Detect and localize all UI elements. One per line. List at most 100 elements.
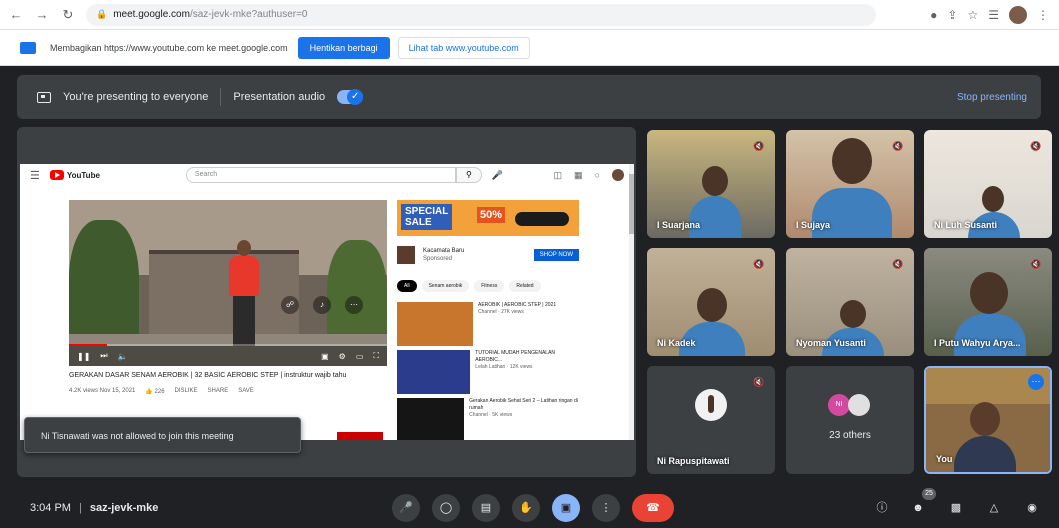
shared-youtube-tab: ☰ YouTube Search ⚲ 🎤 ◫ ▦ ○ ☍ ♪ ⋯ ❚❚ ⏭ 🔈 … <box>20 164 634 440</box>
self-name: You <box>936 454 953 464</box>
chat-icon[interactable]: ▩ <box>948 500 964 516</box>
recommended-video[interactable]: TUTORIAL MUDAH PENGENALAN AEROBIC... Lela… <box>397 350 579 396</box>
youtube-scrollbar[interactable] <box>629 164 634 440</box>
participant-tile-avatar[interactable]: 🔇 Ni Rapuspitawati <box>647 366 775 474</box>
captions-icon[interactable]: ▤ <box>472 494 500 522</box>
tab-share-icon <box>20 41 36 54</box>
video-volume-icon[interactable]: ♪ <box>313 296 331 314</box>
camera-toggle-icon[interactable]: ◯ <box>432 494 460 522</box>
extensions-icon[interactable]: ☰ <box>988 8 999 22</box>
volume-icon[interactable]: 🔈 <box>118 352 128 361</box>
present-now-icon[interactable]: ▣ <box>552 494 580 522</box>
dislike-button[interactable]: DISLIKE <box>175 388 198 395</box>
ad-sunglasses-image <box>515 212 569 226</box>
share-button[interactable]: SHARE <box>208 388 229 395</box>
instructor-head <box>237 240 251 256</box>
others-photo-avatar <box>848 394 870 416</box>
participant-tile[interactable]: 🔇 I Sujaya <box>786 130 914 238</box>
back-icon[interactable]: ← <box>6 5 26 25</box>
mic-muted-icon: 🔇 <box>892 141 904 151</box>
shop-now-button[interactable]: SHOP NOW <box>533 249 579 261</box>
menu-kebab-icon[interactable]: ⋮ <box>1037 8 1049 22</box>
youtube-search-input[interactable]: Search <box>185 167 456 183</box>
meeting-details-icon[interactable]: ⓘ <box>874 500 890 516</box>
address-bar[interactable]: 🔒 meet.google.com/saz-jevk-mke?authuser=… <box>86 3 876 26</box>
youtube-account-avatar[interactable] <box>612 169 624 181</box>
ad-sale-line2: SALE <box>405 217 432 228</box>
video-player[interactable]: ☍ ♪ ⋯ ❚❚ ⏭ 🔈 ▣ ⚙ ▭ ⛶ <box>69 200 387 366</box>
recommended-title: Gerakan Aerobik Sehat Seri 2 – Latihan r… <box>469 398 578 411</box>
notifications-bell-icon[interactable]: ○ <box>595 170 600 180</box>
tile-more-options-icon[interactable]: ⋯ <box>1028 374 1044 390</box>
recommended-video[interactable]: Gerakan Aerobik Sehat Seri 2 – Latihan r… <box>397 398 579 440</box>
activities-icon[interactable]: △ <box>986 500 1002 516</box>
recommended-meta: Channel · 5K views <box>469 412 513 418</box>
next-video-icon[interactable]: ⏭ <box>100 351 107 361</box>
participant-head <box>702 166 728 196</box>
forward-icon[interactable]: → <box>32 5 52 25</box>
save-button[interactable]: SAVE <box>238 388 254 395</box>
end-call-icon[interactable]: ☎ <box>632 494 674 522</box>
participant-name: Ni Rapuspitawati <box>657 456 730 466</box>
recommended-video[interactable]: AEROBIK | AEROBIC STEP | 2021 Channel · 2… <box>397 302 579 348</box>
chip-senam[interactable]: Senam aerobik <box>421 280 470 292</box>
camera-indicator-icon[interactable]: ● <box>930 8 937 22</box>
microphone-icon[interactable]: 🎤 <box>492 170 503 181</box>
share-icon[interactable]: ⇪ <box>947 8 957 22</box>
fullscreen-icon[interactable]: ⛶ <box>373 351 379 361</box>
scrollbar-thumb[interactable] <box>629 174 634 234</box>
stop-sharing-button[interactable]: Hentikan berbagi <box>297 36 390 59</box>
apps-grid-icon[interactable]: ▦ <box>574 170 583 181</box>
host-controls-icon[interactable]: ◉ <box>1024 500 1040 516</box>
stop-presenting-button[interactable]: Stop presenting <box>957 92 1027 103</box>
chip-fitness[interactable]: Fitness <box>474 280 505 292</box>
more-options-icon[interactable]: ⋮ <box>592 494 620 522</box>
view-tab-button[interactable]: Lihat tab www.youtube.com <box>397 36 530 59</box>
participant-name: Nyoman Yusanti <box>796 338 866 348</box>
call-controls-bar: 3:04 PM | saz-jevk-mke 🎤 ◯ ▤ ✋ ▣ ⋮ ☎ ⓘ ☻… <box>0 488 1059 528</box>
self-tile[interactable]: ⋯ You <box>924 366 1052 474</box>
miniplayer-icon[interactable]: ▣ <box>321 352 329 361</box>
others-tile[interactable]: NI 23 others <box>786 366 914 474</box>
participant-shirt <box>954 314 1026 356</box>
raise-hand-icon[interactable]: ✋ <box>512 494 540 522</box>
recommended-thumbnail <box>397 398 465 440</box>
mic-muted-icon: 🔇 <box>753 259 765 269</box>
profile-avatar[interactable] <box>1009 5 1027 24</box>
youtube-logo-text: YouTube <box>66 170 100 180</box>
reload-icon[interactable]: ↻ <box>58 5 78 25</box>
participant-tile[interactable]: 🔇 Ni Kadek <box>647 248 775 356</box>
participant-name: Ni Luh Susanti <box>934 220 997 230</box>
presentation-audio-toggle[interactable] <box>337 89 364 105</box>
instructor-shirt <box>229 256 259 296</box>
create-video-icon[interactable]: ◫ <box>554 170 563 181</box>
video-more-icon[interactable]: ⋯ <box>345 296 363 314</box>
chip-related[interactable]: Related <box>509 280 541 292</box>
participant-tile[interactable]: 🔇 I Suarjana <box>647 130 775 238</box>
recommended-meta: Lelah Latihan · 12K views <box>475 364 533 370</box>
participant-tile[interactable]: 🔇 I Putu Wahyu Arya... <box>924 248 1052 356</box>
settings-gear-icon[interactable]: ⚙ <box>339 352 346 361</box>
chip-all[interactable]: All <box>397 280 417 292</box>
tab-sharing-infobar: Membagikan https://www.youtube.com ke me… <box>0 30 1059 66</box>
recommended-title: TUTORIAL MUDAH PENGENALAN AEROBIC... <box>475 350 556 363</box>
participant-tile[interactable]: 🔇 Ni Luh Susanti <box>924 130 1052 238</box>
participant-tile[interactable]: 🔇 Nyoman Yusanti <box>786 248 914 356</box>
theater-mode-icon[interactable]: ▭ <box>356 352 364 361</box>
search-icon[interactable]: ⚲ <box>455 167 482 183</box>
recommended-thumbnail <box>397 302 473 346</box>
play-pause-icon[interactable]: ❚❚ <box>77 352 90 361</box>
people-icon[interactable]: ☻ <box>910 500 926 516</box>
browser-toolbar: ← → ↻ 🔒 meet.google.com/saz-jevk-mke?aut… <box>0 0 1059 30</box>
advertiser-logo <box>397 246 415 264</box>
subscribe-button[interactable] <box>337 432 383 440</box>
bookmark-star-icon[interactable]: ☆ <box>967 8 978 22</box>
like-button[interactable]: 👍 226 <box>145 388 164 395</box>
youtube-logo[interactable]: YouTube <box>49 170 100 180</box>
video-cc-icon[interactable]: ☍ <box>281 296 299 314</box>
participant-name: I Sujaya <box>796 220 831 230</box>
microphone-toggle-icon[interactable]: 🎤 <box>392 494 420 522</box>
recommended-title: AEROBIK | AEROBIC STEP | 2021 <box>478 302 557 308</box>
hamburger-menu-icon[interactable]: ☰ <box>30 169 40 182</box>
sponsored-banner-ad[interactable]: SPECIAL SALE 50% <box>397 200 579 236</box>
